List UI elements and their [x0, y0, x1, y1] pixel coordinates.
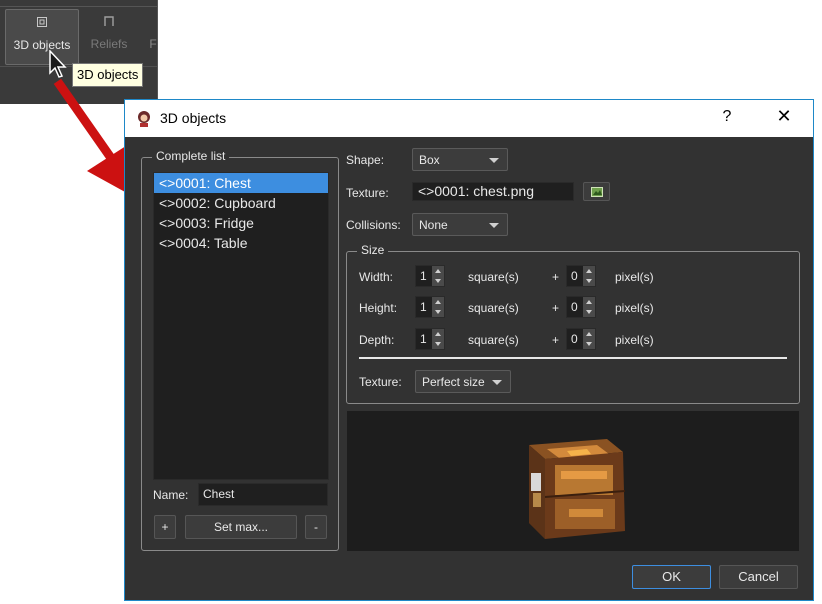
spinbox-value: 1 [420, 332, 427, 346]
shape-label: Shape: [346, 153, 385, 167]
pixels-unit-label: pixel(s) [615, 333, 654, 347]
depth-label: Depth: [359, 333, 395, 347]
size-group: Size Width: 1 square(s) + 0 pixel(s) Hei… [346, 243, 800, 404]
spinbox-value: 1 [420, 300, 427, 314]
chevron-down-icon [492, 380, 502, 385]
texture-label: Texture: [346, 186, 389, 200]
spinbox-value: 1 [420, 269, 427, 283]
width-label: Width: [359, 270, 394, 284]
ok-button[interactable]: OK [632, 565, 711, 589]
remove-button[interactable]: - [305, 515, 327, 539]
3d-preview[interactable] [347, 411, 799, 551]
list-item[interactable]: <>0003: Fridge [154, 213, 328, 233]
toolbar-button-label: F [149, 37, 157, 51]
add-button[interactable]: + [154, 515, 176, 539]
complete-list-group: Complete list <>0001: Chest <>0002: Cupb… [141, 149, 339, 551]
spin-up-icon[interactable] [583, 329, 595, 339]
complete-list-label: Complete list [152, 149, 230, 163]
name-input[interactable]: Chest [198, 483, 328, 506]
spinbox-value: 0 [571, 332, 578, 346]
spin-up-icon[interactable] [583, 266, 595, 276]
plus-label: + [552, 301, 560, 315]
spin-down-icon[interactable] [583, 276, 595, 286]
plus-label: + [552, 270, 560, 284]
object-list[interactable]: <>0001: Chest <>0002: Cupboard <>0003: F… [153, 172, 329, 480]
tooltip: 3D objects [72, 63, 144, 87]
size-separator [359, 357, 787, 359]
set-max-button[interactable]: Set max... [185, 515, 297, 539]
toolbar-icon [148, 15, 158, 29]
next-toolbar-button[interactable]: F [148, 9, 158, 65]
spin-up-icon[interactable] [432, 297, 444, 307]
toolbar-button-label: Reliefs [90, 37, 128, 51]
squares-unit-label: square(s) [468, 333, 519, 347]
image-icon [590, 187, 603, 197]
squares-unit-label: square(s) [468, 270, 519, 284]
width-pixels-spinbox[interactable]: 0 [566, 265, 596, 287]
list-item[interactable]: <>0004: Table [154, 233, 328, 253]
close-icon[interactable]: ✕ [773, 106, 795, 127]
3d-objects-dialog: 3D objects ? ✕ Complete list <>0001: Che… [124, 99, 814, 601]
spin-up-icon[interactable] [583, 297, 595, 307]
plus-label: + [552, 333, 560, 347]
height-label: Height: [359, 301, 398, 315]
shape-select[interactable]: Box [412, 148, 508, 171]
spinbox-value: 0 [571, 269, 578, 283]
list-item[interactable]: <>0002: Cupboard [154, 193, 328, 213]
choose-texture-button[interactable] [583, 182, 610, 201]
dialog-titlebar: 3D objects ? ✕ [125, 100, 813, 137]
chest-3d-model [529, 439, 626, 539]
collisions-select[interactable]: None [412, 213, 508, 236]
chevron-down-icon [489, 158, 499, 163]
spin-down-icon[interactable] [432, 339, 444, 349]
toolbar: 3D objects Reliefs F [0, 0, 158, 104]
name-label: Name: [153, 488, 189, 502]
texture-mode-select[interactable]: Perfect size [415, 370, 511, 393]
texture-field: <>0001: chest.png [412, 182, 574, 201]
collisions-label: Collisions: [346, 218, 401, 232]
texture-mode-label: Texture: [359, 375, 402, 389]
spin-down-icon[interactable] [583, 307, 595, 317]
chevron-down-icon [489, 223, 499, 228]
spin-down-icon[interactable] [432, 276, 444, 286]
pixels-unit-label: pixel(s) [615, 270, 654, 284]
relief-icon [103, 15, 115, 29]
spinbox-value: 0 [571, 300, 578, 314]
spin-up-icon[interactable] [432, 329, 444, 339]
depth-squares-spinbox[interactable]: 1 [415, 328, 445, 350]
spin-down-icon[interactable] [583, 339, 595, 349]
width-squares-spinbox[interactable]: 1 [415, 265, 445, 287]
height-pixels-spinbox[interactable]: 0 [566, 296, 596, 318]
spin-up-icon[interactable] [432, 266, 444, 276]
spin-down-icon[interactable] [432, 307, 444, 317]
depth-pixels-spinbox[interactable]: 0 [566, 328, 596, 350]
pixels-unit-label: pixel(s) [615, 301, 654, 315]
mouse-cursor-icon [49, 50, 67, 78]
shape-select-value: Box [419, 153, 440, 167]
collisions-select-value: None [419, 218, 448, 232]
list-item[interactable]: <>0001: Chest [154, 173, 328, 193]
dialog-title: 3D objects [160, 110, 227, 126]
reliefs-toolbar-button[interactable]: Reliefs [84, 9, 134, 65]
toolbar-divider [0, 6, 157, 7]
height-squares-spinbox[interactable]: 1 [415, 296, 445, 318]
squares-unit-label: square(s) [468, 301, 519, 315]
size-label: Size [357, 243, 389, 257]
cancel-button[interactable]: Cancel [719, 565, 798, 589]
character-app-icon [138, 111, 150, 127]
help-button[interactable]: ? [717, 108, 737, 126]
3d-object-icon [36, 16, 48, 30]
texture-mode-value: Perfect size [422, 375, 485, 389]
